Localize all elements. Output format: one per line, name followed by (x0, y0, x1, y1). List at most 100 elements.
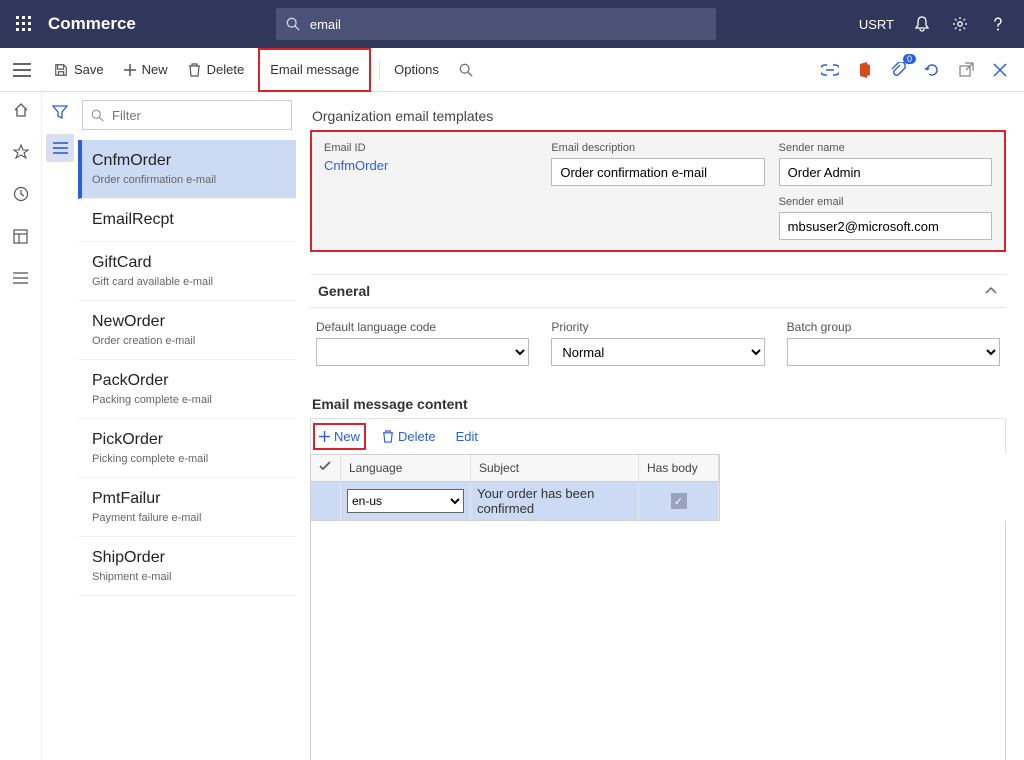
recent-icon[interactable] (11, 184, 31, 204)
attachments-icon[interactable]: 0 (888, 60, 908, 80)
content-toolbar: New Delete Edit (310, 418, 1006, 454)
search-icon (459, 63, 473, 77)
refresh-icon[interactable] (922, 60, 942, 80)
sender-name-input[interactable] (779, 158, 992, 186)
list-item-subtitle: Order creation e-mail (92, 335, 286, 347)
default-lang-label: Default language code (316, 320, 529, 334)
email-id-value[interactable]: CnfmOrder (324, 158, 537, 173)
batch-group-label: Batch group (787, 320, 1000, 334)
separator (379, 60, 380, 80)
options-label: Options (394, 62, 439, 77)
bell-icon[interactable] (912, 14, 932, 34)
col-language[interactable]: Language (341, 455, 471, 481)
content-delete-button[interactable]: Delete (378, 425, 440, 448)
email-message-label: Email message (270, 62, 359, 77)
page-title: Organization email templates (312, 108, 1006, 124)
new-button[interactable]: New (114, 48, 178, 92)
link-icon[interactable] (820, 60, 840, 80)
list-item-subtitle: Packing complete e-mail (92, 394, 286, 406)
col-check[interactable] (311, 455, 341, 481)
filter-box[interactable] (82, 100, 292, 130)
list-item-title: EmailRecpt (92, 211, 286, 229)
command-bar: Save New Delete Email message Options 0 (0, 48, 1024, 92)
close-icon[interactable] (990, 60, 1010, 80)
table-row[interactable]: en-us Your order has been confirmed ✓ (311, 482, 719, 520)
global-search-input[interactable] (308, 16, 706, 33)
filter-rail (42, 92, 78, 760)
user-label[interactable]: USRT (859, 17, 894, 32)
list-item-title: PackOrder (92, 372, 286, 390)
chevron-up-icon (984, 286, 998, 296)
list-item-title: PickOrder (92, 431, 286, 449)
list-item[interactable]: CnfmOrderOrder confirmation e-mail (78, 140, 296, 199)
filter-input[interactable] (110, 107, 290, 124)
product-title: Commerce (48, 14, 136, 34)
list-item-subtitle: Picking complete e-mail (92, 453, 286, 465)
default-lang-select[interactable] (316, 338, 529, 366)
list-item[interactable]: PickOrder Picking complete e-mail (78, 419, 296, 478)
hamburger-icon[interactable] (0, 48, 44, 92)
list-item-subtitle: Shipment e-mail (92, 571, 286, 583)
global-search[interactable] (276, 8, 716, 40)
row-language-select[interactable]: en-us (347, 489, 464, 513)
home-icon[interactable] (11, 100, 31, 120)
header-fields: Email ID CnfmOrder Email description Sen… (310, 130, 1006, 252)
save-button[interactable]: Save (44, 48, 114, 92)
save-icon (54, 63, 68, 77)
trash-icon (382, 430, 394, 443)
search-icon (91, 109, 104, 122)
content-delete-label: Delete (398, 429, 436, 444)
col-has-body[interactable]: Has body (639, 455, 719, 481)
sender-name-label: Sender name (779, 142, 992, 154)
list-item-subtitle: Order confirmation e-mail (92, 174, 286, 186)
list-item[interactable]: PackOrder Packing complete e-mail (78, 360, 296, 419)
list-item[interactable]: GiftCardGift card available e-mail (78, 242, 296, 301)
workspaces-icon[interactable] (11, 226, 31, 246)
office-icon[interactable] (854, 60, 874, 80)
general-title: General (318, 283, 370, 299)
list-item[interactable]: EmailRecpt (78, 199, 296, 242)
priority-select[interactable]: Normal (551, 338, 764, 366)
gear-icon[interactable] (950, 14, 970, 34)
search-icon (286, 17, 300, 31)
content-grid: Language Subject Has body en-us Your ord… (310, 454, 720, 521)
content-new-button[interactable]: New (313, 423, 366, 450)
email-id-label: Email ID (324, 142, 537, 154)
batch-group-select[interactable] (787, 338, 1000, 366)
general-body: Default language code Priority Normal Ba… (310, 308, 1006, 378)
main-content: Organization email templates Email ID Cn… (302, 92, 1024, 760)
list-item-title: NewOrder (92, 313, 286, 331)
general-section-header[interactable]: General (310, 274, 1006, 308)
apps-launcher-icon[interactable] (8, 8, 40, 40)
list-view-icon[interactable] (46, 134, 74, 162)
row-check[interactable] (311, 482, 341, 520)
priority-label: Priority (551, 320, 764, 334)
email-message-button[interactable]: Email message (258, 48, 371, 92)
delete-label: Delete (207, 62, 245, 77)
popout-icon[interactable] (956, 60, 976, 80)
list-pane: CnfmOrderOrder confirmation e-mail EmailR… (78, 92, 302, 760)
check-icon: ✓ (671, 493, 687, 509)
plus-icon (124, 64, 136, 76)
list-item[interactable]: PmtFailurPayment failure e-mail (78, 478, 296, 537)
content-new-label: New (334, 429, 360, 444)
save-label: Save (74, 62, 104, 77)
email-desc-input[interactable] (551, 158, 764, 186)
favorites-icon[interactable] (11, 142, 31, 162)
col-subject[interactable]: Subject (471, 455, 639, 481)
options-button[interactable]: Options (384, 48, 449, 92)
help-icon[interactable] (988, 14, 1008, 34)
sender-email-input[interactable] (779, 212, 992, 240)
top-bar: Commerce USRT (0, 0, 1024, 48)
list-item[interactable]: NewOrder Order creation e-mail (78, 301, 296, 360)
delete-button[interactable]: Delete (178, 48, 255, 92)
plus-icon (319, 431, 330, 442)
modules-icon[interactable] (11, 268, 31, 288)
funnel-icon[interactable] (46, 98, 74, 126)
list-item[interactable]: ShipOrder Shipment e-mail (78, 537, 296, 596)
badge-count: 0 (903, 54, 916, 64)
grid-empty-area (310, 521, 1006, 760)
search-page-button[interactable] (449, 48, 483, 92)
content-edit-button[interactable]: Edit (452, 425, 482, 448)
list-item-title: ShipOrder (92, 549, 286, 567)
